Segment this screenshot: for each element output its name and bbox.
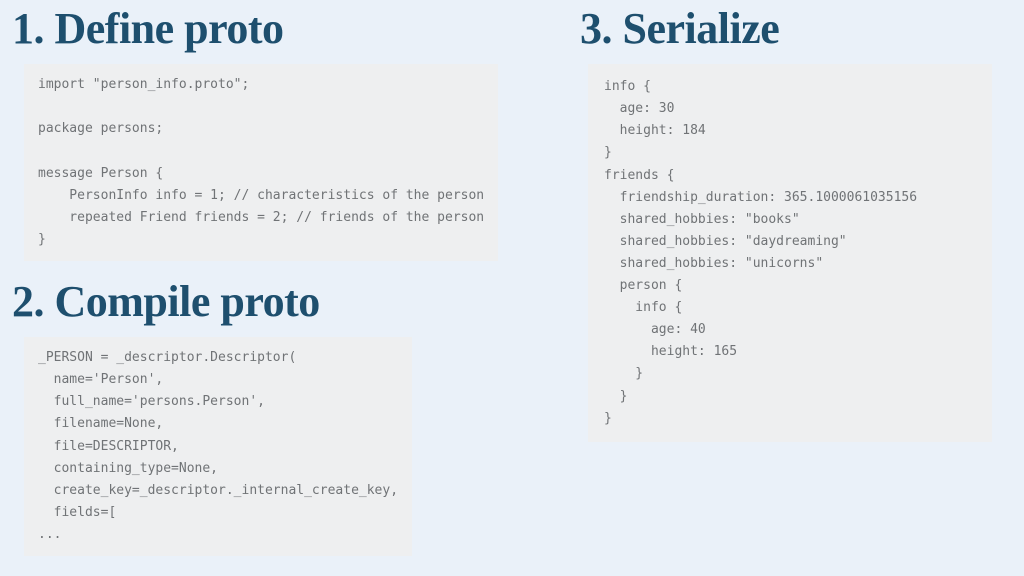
serialize-code: info { age: 30 height: 184 } friends { f… [588, 64, 992, 442]
define-proto-code: import "person_info.proto"; package pers… [24, 64, 498, 261]
left-column: 1. Define proto import "person_info.prot… [12, 0, 552, 568]
step1-heading: 1. Define proto [12, 6, 552, 52]
compile-proto-code: _PERSON = _descriptor.Descriptor( name='… [24, 337, 412, 556]
right-column: 3. Serialize info { age: 30 height: 184 … [580, 0, 1000, 454]
step3-heading: 3. Serialize [580, 6, 1000, 52]
step2-heading: 2. Compile proto [12, 279, 552, 325]
